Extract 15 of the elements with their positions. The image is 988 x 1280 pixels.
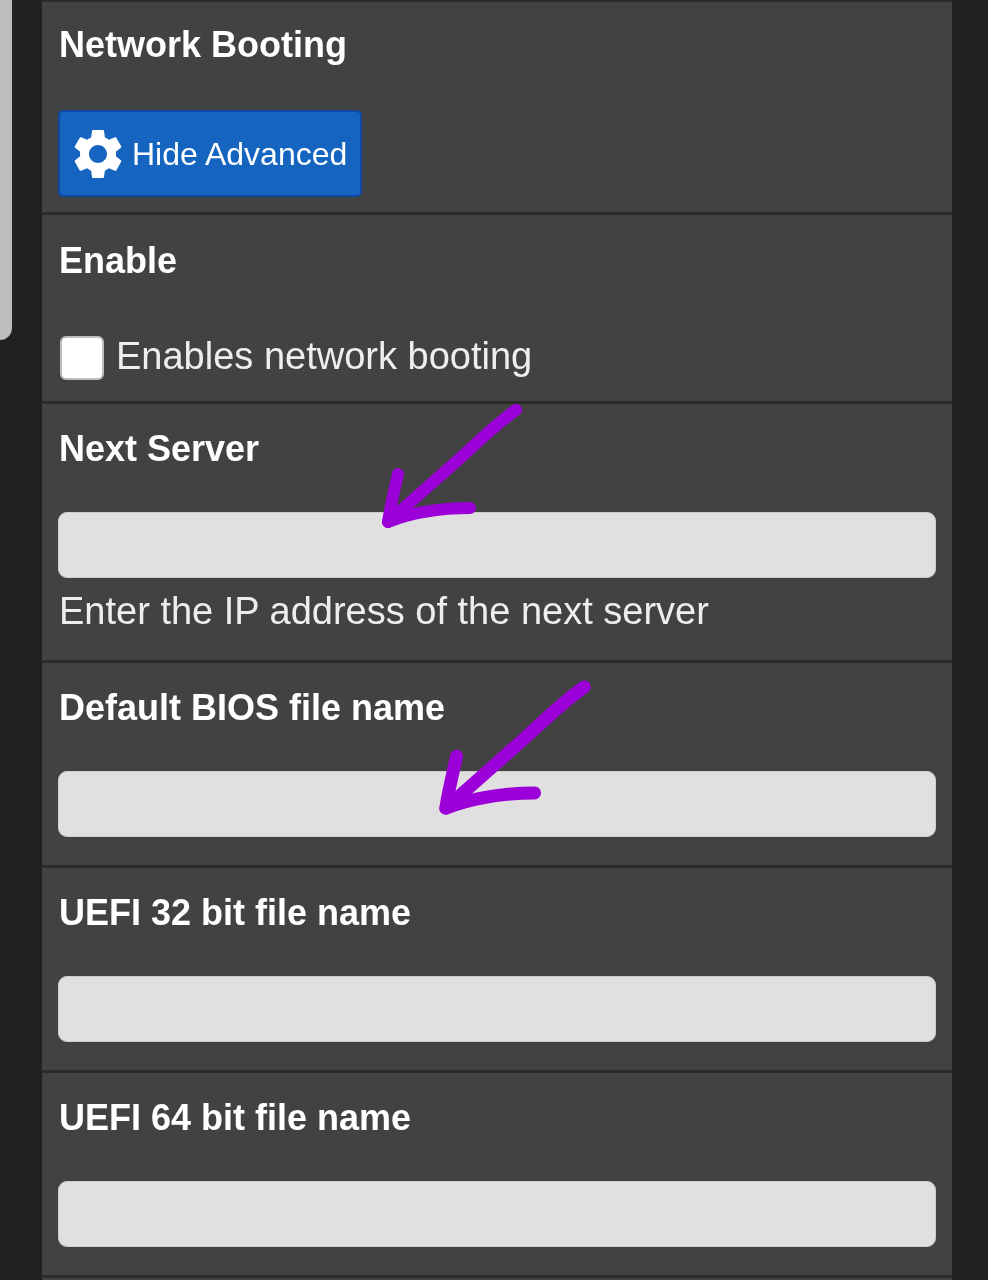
section-title: Next Server	[58, 427, 261, 471]
section-title: Enable	[58, 239, 179, 283]
hide-advanced-button[interactable]: Hide Advanced	[58, 110, 363, 197]
text-input[interactable]	[58, 512, 936, 578]
gear-icon	[74, 129, 122, 178]
checkbox[interactable]	[60, 336, 104, 380]
text-input[interactable]	[58, 771, 936, 837]
checkbox-label: Enables network booting	[116, 334, 533, 379]
section-title: Network Booting	[58, 23, 348, 67]
section-title: Default BIOS file name	[58, 686, 447, 730]
text-input[interactable]	[58, 976, 936, 1042]
text-input[interactable]	[58, 1181, 936, 1247]
help-text: Enter the IP address of the next server	[58, 590, 710, 632]
section-title: UEFI 32 bit file name	[58, 891, 413, 935]
section-title: UEFI 64 bit file name	[58, 1096, 413, 1140]
